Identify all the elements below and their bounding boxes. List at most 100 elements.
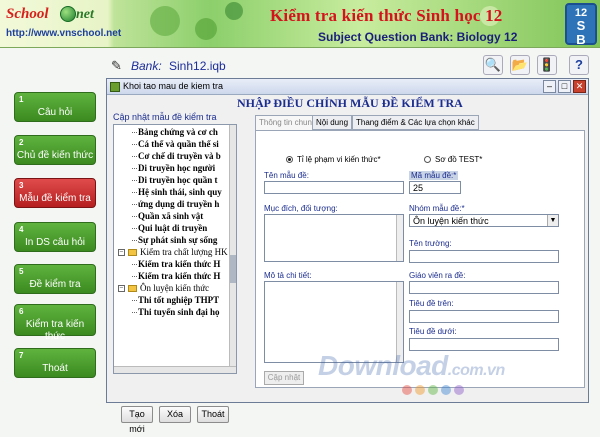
tree-item-label: Cá thể và quần thể si	[138, 139, 219, 149]
tree-item-label: Hệ sinh thái, sinh quy	[138, 187, 222, 197]
update-button[interactable]: Cập nhật	[264, 371, 304, 385]
nav-num: 5	[19, 267, 24, 276]
nav-label: Chủ đề kiến thức	[16, 150, 94, 161]
tree-item[interactable]: Thi tuyển sinh đại họ	[132, 307, 220, 318]
nav-label: Đề kiểm tra	[29, 279, 81, 290]
watermark-dot	[415, 385, 425, 395]
tab-content[interactable]: Nội dung	[312, 115, 353, 130]
nav-num: 4	[19, 225, 24, 234]
exit-button[interactable]: Thoát	[197, 406, 229, 423]
watermark: Download.com.vn	[318, 350, 505, 382]
tree-item[interactable]: Di truyền học người	[131, 163, 216, 174]
code-label: Mã mẫu đề:*	[409, 171, 459, 180]
folder-icon	[128, 285, 137, 293]
maximize-icon: □	[561, 81, 568, 91]
group-label: Nhóm mẫu đề:*	[409, 204, 465, 213]
tree-item[interactable]: Cá thể và quần thể si	[132, 139, 219, 150]
open-folder-button[interactable]: 📂	[510, 55, 530, 75]
nav-de-kiem-tra[interactable]: 5 Đề kiểm tra	[14, 264, 96, 294]
nav-num: 2	[19, 138, 24, 147]
window-title: Khoi tao mau de kiem tra	[123, 81, 224, 91]
tree-item[interactable]: Kiểm tra kiến thức H	[131, 271, 220, 282]
watermark-tld: .com.vn	[447, 362, 505, 379]
nav-label: Kiểm tra kiến thức	[25, 319, 85, 342]
tree-item[interactable]: Quần xã sinh vật	[131, 211, 203, 222]
tree-item[interactable]: Di truyền học quần t	[132, 175, 218, 186]
app-subtitle: Subject Question Bank: Biology 12	[318, 30, 518, 44]
tree-item[interactable]: Kiểm tra kiến thức H	[131, 259, 220, 270]
nav-num: 3	[19, 181, 24, 190]
tree-item[interactable]: Sự phát sinh sự sống	[131, 235, 218, 246]
purpose-label: Mục đích, đối tượng:	[264, 204, 338, 213]
radio-diagram[interactable]: Sơ đồ TEST*	[424, 155, 482, 164]
tree-item[interactable]: Thi tốt nghiệp THPT	[131, 295, 220, 306]
nav-thoat[interactable]: 7 Thoát	[14, 348, 96, 378]
tree-item[interactable]: Hệ sinh thái, sinh quy	[132, 187, 222, 198]
app-icon	[110, 82, 120, 92]
purpose-textarea[interactable]	[264, 214, 404, 262]
nav-mau-de-kiem-tra[interactable]: 3 Mẫu đề kiểm tra	[14, 178, 96, 208]
nav-cau-hoi[interactable]: 1 Câu hỏi	[14, 92, 96, 122]
nav-num: 6	[19, 307, 24, 316]
purpose-scrollbar[interactable]	[396, 215, 403, 261]
new-button[interactable]: Tạo mới	[121, 406, 153, 434]
watermark-dot	[428, 385, 438, 395]
tree-hscrollbar[interactable]	[114, 366, 236, 373]
group-select[interactable]: Ôn luyện kiến thức ▼	[409, 214, 559, 227]
nav-kiem-tra-kien-thuc[interactable]: 6 Kiểm tra kiến thức	[14, 304, 96, 342]
traffic-light-button[interactable]: 🚦	[537, 55, 557, 75]
template-tree[interactable]: Thi tuyển sinh đại họ Thi tốt nghiệp THPT…	[113, 124, 237, 374]
tree-group-label: Cập nhật mẫu đề kiểm tra	[113, 112, 217, 122]
collapse-icon[interactable]: −	[118, 285, 125, 293]
tree-group-node[interactable]: − Kiểm tra chất lượng HK v	[118, 247, 234, 258]
tree-item-label: Ôn luyện kiến thức	[140, 283, 210, 293]
name-input[interactable]	[264, 181, 404, 194]
detail-label: Mô tả chi tiết:	[264, 271, 312, 280]
tree-item[interactable]: ứng dụng di truyền h	[131, 199, 219, 210]
scroll-thumb[interactable]	[230, 255, 236, 283]
tab-scoring[interactable]: Thang điểm & Các lựa chọn khác	[352, 115, 479, 130]
minimize-icon: –	[546, 81, 552, 91]
logo-school-text: School	[6, 6, 49, 22]
search-button[interactable]: 🔍	[483, 55, 503, 75]
bottom-title-label: Tiêu đề dưới:	[409, 327, 457, 336]
nav-chu-de-kien-thuc[interactable]: 2 Chủ đề kiến thức	[14, 135, 96, 165]
tree-item-label: Di truyền học người	[138, 163, 216, 173]
close-button[interactable]: ✕	[573, 80, 586, 93]
tree-group-node[interactable]: − Ôn luyện kiến thức	[118, 283, 209, 294]
top-title-input[interactable]	[409, 310, 559, 323]
tree-item-label: Di truyền học quần t	[138, 175, 218, 185]
tree-item[interactable]: Qui luật di truyền	[131, 223, 208, 234]
tree-item[interactable]: Cơ chế di truyền và b	[132, 151, 221, 162]
tree-item-label: Thi tuyển sinh đại họ	[138, 307, 220, 317]
folder-icon: 📂	[511, 57, 529, 72]
watermark-dot	[402, 385, 412, 395]
bank-toolbar: ✎ Bank: Sinh12.iqb 🔍 📂 🚦 ?	[107, 55, 597, 77]
badge-b: B	[576, 32, 586, 47]
help-button[interactable]: ?	[569, 55, 589, 75]
top-title-label: Tiêu đề trên:	[409, 299, 454, 308]
nav-in-ds-cau-hoi[interactable]: 4 In DS câu hỏi	[14, 222, 96, 252]
school-input[interactable]	[409, 250, 559, 263]
minimize-button[interactable]: –	[543, 80, 556, 93]
tree-item-label: Thi tốt nghiệp THPT	[138, 295, 220, 305]
teacher-input[interactable]	[409, 281, 559, 294]
collapse-icon[interactable]: −	[118, 249, 125, 257]
nav-num: 1	[19, 95, 24, 104]
tree-item[interactable]: Bảng chứng và cơ ch	[132, 127, 218, 138]
radio-ratio[interactable]: Tỉ lệ phạm vi kiến thức*	[286, 155, 381, 164]
nav-label: In DS câu hỏi	[24, 237, 86, 248]
maximize-button[interactable]: □	[558, 80, 571, 93]
tree-item-label: Qui luật di truyền	[138, 223, 208, 233]
tree-vscrollbar[interactable]	[229, 125, 236, 373]
radio-dot	[424, 156, 431, 164]
code-input[interactable]: 25	[409, 181, 461, 194]
chevron-down-icon: ▼	[547, 215, 558, 226]
tree-item-label: Sự phát sinh sự sống	[138, 235, 218, 245]
delete-button[interactable]: Xóa	[159, 406, 191, 423]
watermark-main: Download	[318, 350, 448, 381]
tab-general[interactable]: Thông tin chung	[255, 115, 321, 130]
pen-icon: ✎	[111, 58, 122, 73]
dialog-heading: NHẬP ĐIỀU CHỈNH MẪU ĐỀ KIỂM TRA	[237, 96, 463, 110]
logo-net-text: net	[76, 7, 94, 22]
